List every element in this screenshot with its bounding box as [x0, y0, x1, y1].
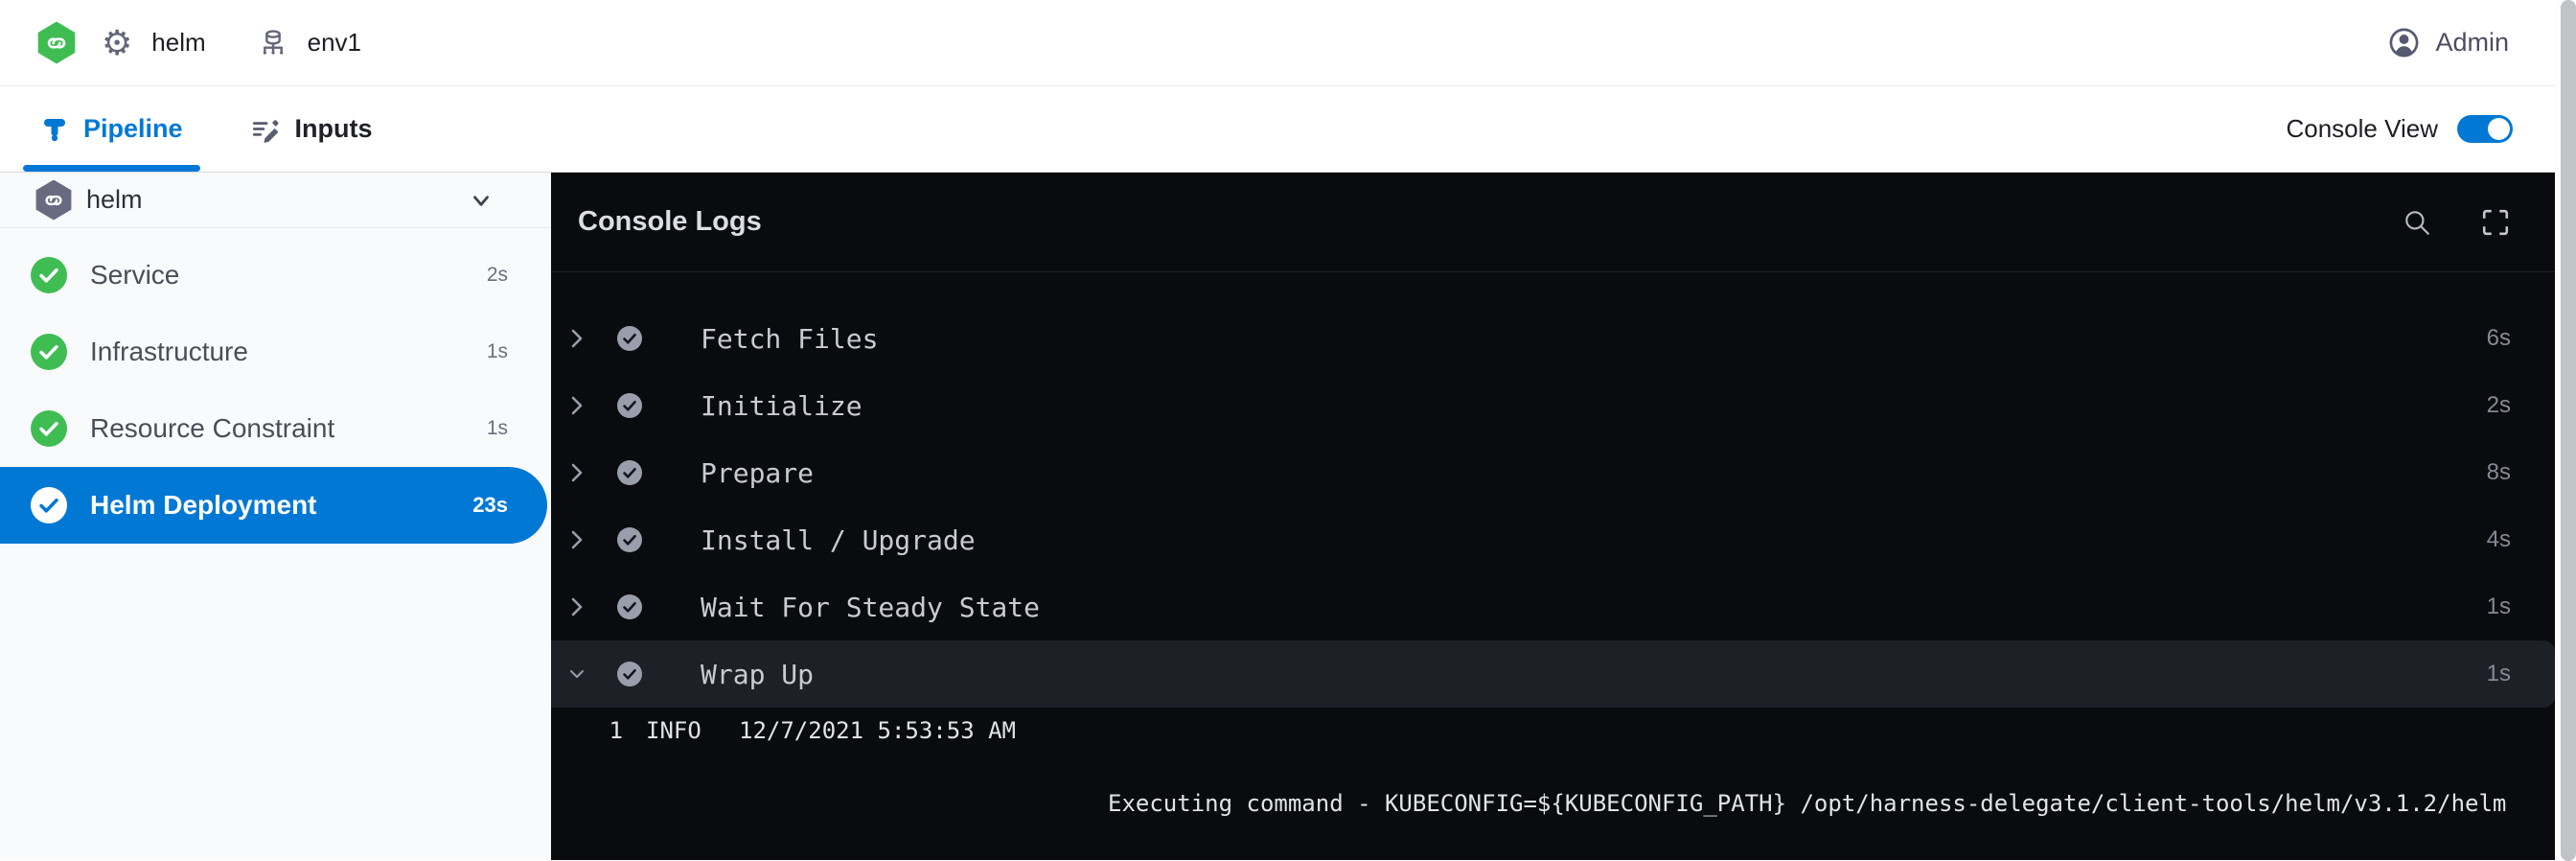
log-output: 1 INFO 12/7/2021 5:53:53 AM Executing co… [551, 708, 2576, 861]
step-row-initialize[interactable]: Initialize 2s [551, 372, 2576, 439]
step-label: Wait For Steady State [701, 592, 1040, 623]
success-check-icon [31, 487, 67, 524]
stage-duration: 1s [487, 417, 508, 440]
inputs-icon [250, 114, 281, 145]
log-timestamp: 12/7/2021 5:53:53 AM [739, 712, 1016, 861]
step-list: Fetch Files 6s Initialize 2s [551, 272, 2576, 708]
stage-label: Service [90, 260, 179, 291]
fullscreen-icon[interactable] [2480, 207, 2511, 238]
step-duration: 1s [2487, 661, 2511, 687]
step-duration: 8s [2487, 459, 2511, 486]
user-menu[interactable]: Admin [2388, 27, 2509, 58]
tab-inputs[interactable]: Inputs [233, 86, 390, 172]
step-label: Initialize [701, 390, 862, 422]
tab-pipeline-label: Pipeline [83, 114, 183, 144]
chevron-right-icon[interactable] [568, 327, 586, 350]
chevron-right-icon[interactable] [568, 528, 586, 551]
scrollbar-track [2555, 0, 2576, 861]
stage-duration: 23s [472, 493, 508, 518]
step-row-fetch-files[interactable]: Fetch Files 6s [551, 305, 2576, 372]
success-check-icon [31, 257, 67, 293]
step-duration: 2s [2487, 392, 2511, 419]
pipeline-logo-icon [36, 22, 77, 64]
log-message-line: Executing command - KUBECONFIG=${KUBECON… [1108, 785, 2506, 822]
gear-icon: ⚙ [102, 26, 132, 60]
step-label: Wrap Up [701, 659, 814, 690]
environment-icon [258, 28, 288, 58]
search-icon[interactable] [2402, 207, 2432, 238]
step-success-icon [616, 526, 643, 553]
stage-label: Resource Constraint [90, 413, 334, 444]
execution-content: helm Service 2s Infrastructure 1s [0, 173, 2576, 860]
stage-duration: 1s [487, 340, 508, 363]
step-duration: 4s [2487, 526, 2511, 553]
stage-duration: 2s [487, 264, 508, 287]
scrollbar-thumb[interactable] [2561, 0, 2576, 861]
step-label: Install / Upgrade [701, 524, 976, 556]
log-level: INFO [646, 712, 702, 861]
sidebar-pipeline-label: helm [86, 185, 143, 215]
step-row-install-upgrade[interactable]: Install / Upgrade 4s [551, 506, 2576, 573]
console-view-control: Console View [2286, 114, 2513, 144]
pipeline-name: helm [151, 28, 205, 58]
console-header: Console Logs [551, 173, 2576, 272]
user-label: Admin [2435, 28, 2509, 58]
pipeline-collapse-header[interactable]: helm [0, 173, 551, 228]
step-success-icon [616, 459, 643, 486]
step-row-wrap-up[interactable]: Wrap Up 1s [551, 640, 2555, 708]
step-row-wait-for-steady-state[interactable]: Wait For Steady State 1s [551, 573, 2576, 640]
log-message: Executing command - KUBECONFIG=${KUBECON… [1108, 712, 2506, 861]
pipeline-hexagon-icon [34, 180, 73, 221]
step-row-prepare[interactable]: Prepare 8s [551, 439, 2576, 506]
avatar-icon [2388, 27, 2420, 58]
chevron-right-icon[interactable] [568, 595, 586, 618]
stage-label: Helm Deployment [90, 490, 317, 521]
step-label: Prepare [701, 457, 814, 489]
top-navigation-bar: ⚙ helm env1 Admin [0, 0, 2576, 86]
chevron-down-icon[interactable] [568, 665, 586, 683]
success-check-icon [31, 334, 67, 370]
chevron-right-icon[interactable] [568, 394, 586, 417]
log-entry: 1 INFO 12/7/2021 5:53:53 AM Executing co… [551, 712, 2576, 861]
step-success-icon [616, 593, 643, 620]
environment-name: env1 [308, 28, 361, 58]
step-success-icon [616, 661, 643, 687]
chevron-right-icon[interactable] [568, 461, 586, 484]
step-duration: 1s [2487, 593, 2511, 620]
stage-label: Infrastructure [90, 337, 248, 367]
console-title: Console Logs [578, 206, 762, 238]
tab-inputs-label: Inputs [295, 114, 373, 144]
chain-link-icon [43, 30, 70, 57]
toggle-knob [2488, 118, 2510, 140]
console-view-toggle[interactable] [2457, 115, 2513, 143]
console-view-label: Console View [2286, 114, 2438, 144]
stage-row-resource-constraint[interactable]: Resource Constraint 1s [0, 390, 547, 467]
step-duration: 6s [2487, 325, 2511, 352]
stage-row-helm-deployment[interactable]: Helm Deployment 23s [0, 467, 547, 544]
tab-pipeline[interactable]: Pipeline [23, 86, 200, 172]
stage-row-infrastructure[interactable]: Infrastructure 1s [0, 314, 547, 390]
step-label: Fetch Files [701, 323, 878, 355]
stage-list: Service 2s Infrastructure 1s Resource Co… [0, 228, 551, 544]
step-success-icon [616, 392, 643, 419]
chevron-down-icon [469, 188, 494, 213]
console-logs-panel: Console Logs Fetch F [551, 173, 2576, 860]
success-check-icon [31, 410, 67, 447]
view-tab-bar: Pipeline Inputs Console View [0, 86, 2576, 173]
stage-sidebar: helm Service 2s Infrastructure 1s [0, 173, 551, 860]
pipeline-icon [40, 115, 69, 144]
step-success-icon [616, 325, 643, 352]
stage-row-service[interactable]: Service 2s [0, 237, 547, 314]
log-line-number: 1 [609, 712, 623, 861]
